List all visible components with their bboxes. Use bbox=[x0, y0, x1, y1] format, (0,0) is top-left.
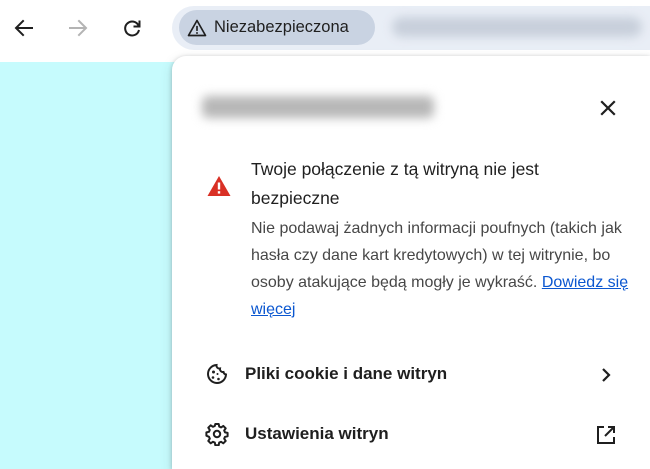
security-chip-label: Niezabezpieczona bbox=[214, 18, 349, 36]
security-chip[interactable]: Niezabezpieczona bbox=[179, 10, 375, 45]
arrow-left-icon bbox=[14, 19, 33, 37]
open-in-new-icon bbox=[597, 426, 615, 444]
site-settings-row-label: Ustawienia witryn bbox=[245, 424, 389, 443]
arrow-right-icon bbox=[69, 19, 88, 37]
warning-body: Nie podawaj żadnych informacji poufnych … bbox=[251, 215, 631, 323]
popup-site-name-redacted bbox=[202, 96, 434, 118]
chevron-right-icon bbox=[602, 368, 611, 382]
site-settings-row[interactable]: Ustawienia witryn bbox=[172, 406, 650, 462]
browser-toolbar: Niezabezpieczona bbox=[0, 0, 650, 56]
warning-title: Twoje połączenie z tą witryną nie jest b… bbox=[251, 159, 539, 208]
warning-triangle-icon bbox=[187, 19, 207, 36]
gear-icon bbox=[205, 423, 229, 446]
forward-button[interactable] bbox=[58, 8, 98, 48]
close-button[interactable] bbox=[592, 92, 624, 124]
reload-icon bbox=[124, 20, 141, 37]
close-icon bbox=[600, 100, 616, 116]
back-button[interactable] bbox=[4, 8, 44, 48]
warning-triangle-icon bbox=[207, 176, 231, 196]
reload-button[interactable] bbox=[112, 8, 152, 48]
site-info-popup: Twoje połączenie z tą witryną nie jest b… bbox=[172, 56, 650, 469]
url-text-redacted bbox=[392, 17, 642, 37]
cookies-and-site-data-row[interactable]: Pliki cookie i dane witryn bbox=[172, 346, 650, 402]
cookies-row-label: Pliki cookie i dane witryn bbox=[245, 364, 448, 383]
cookie-icon bbox=[207, 363, 228, 384]
